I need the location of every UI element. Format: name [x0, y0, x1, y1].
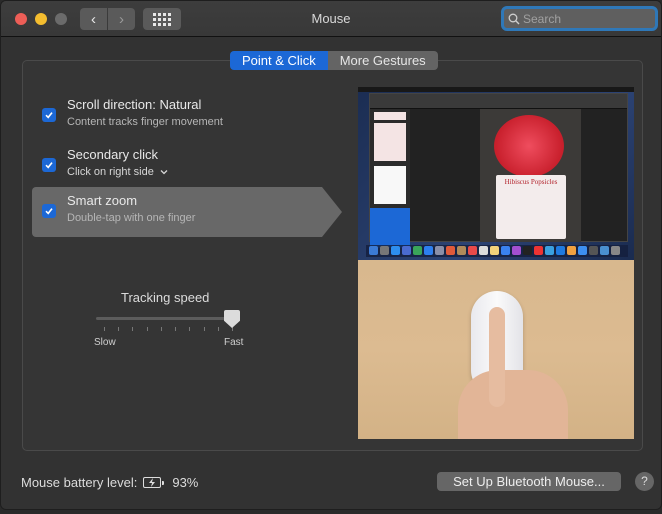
gesture-preview: Hibiscus Popsicles: [358, 87, 634, 439]
dock-app-icon: [556, 246, 565, 255]
option-scroll-direction[interactable]: Scroll direction: Natural Content tracks…: [32, 91, 342, 141]
popsicle-image: [494, 115, 564, 177]
battery-status: Mouse battery level: 93%: [21, 475, 198, 490]
dropdown-value: Click on right side: [67, 166, 154, 178]
finger-image: [489, 307, 505, 407]
checkmark-icon: [45, 208, 53, 215]
dock-app-icon: [490, 246, 499, 255]
chevron-down-icon: [160, 170, 168, 175]
dock-app-icon: [479, 246, 488, 255]
slider-tick: [132, 327, 134, 331]
option-subtitle: Double-tap with one finger: [67, 212, 196, 224]
option-title: Smart zoom: [67, 193, 138, 208]
preview-page-thumbnails: [370, 109, 410, 248]
battery-percent: 93%: [172, 475, 199, 490]
tab-bar: Point & Click More Gestures: [230, 51, 438, 70]
option-title: Scroll direction: Natural: [67, 97, 202, 112]
search-input[interactable]: [523, 11, 643, 26]
dock-app-icon: [402, 246, 411, 255]
slider-min-label: Slow: [94, 337, 116, 348]
dock-app-icon: [468, 246, 477, 255]
checkmark-icon: [45, 162, 53, 169]
search-icon: [508, 13, 520, 24]
mouse-preferences-window: ‹ › Mouse Point & Click More Gestures Sc…: [0, 0, 662, 510]
dock-app-icon: [413, 246, 422, 255]
dock-app-icon: [534, 246, 543, 255]
dock-app-icon: [567, 246, 576, 255]
battery-charging-icon: [143, 477, 165, 488]
dock-app-icon: [446, 246, 455, 255]
preview-desk: [358, 260, 634, 439]
preview-screen: Hibiscus Popsicles: [358, 87, 634, 260]
dock-app-icon: [611, 246, 620, 255]
dock-app-icon: [424, 246, 433, 255]
dock-app-icon: [380, 246, 389, 255]
slider-tick: [217, 327, 219, 331]
dock-app-icon: [435, 246, 444, 255]
dock-app-icon: [523, 246, 532, 255]
tab-more-gestures[interactable]: More Gestures: [327, 51, 438, 70]
slider-tick: [146, 327, 148, 331]
preview-dock: [366, 245, 628, 257]
dock-app-icon: [391, 246, 400, 255]
dock-app-icon: [369, 246, 378, 255]
tracking-speed-slider[interactable]: [96, 317, 236, 320]
slider-tick: [104, 327, 105, 331]
option-title: Secondary click: [67, 147, 159, 162]
option-subtitle: Content tracks finger movement: [67, 116, 223, 128]
title-bar: ‹ › Mouse: [1, 1, 661, 37]
slider-tick: [203, 327, 205, 331]
tracking-speed-label: Tracking speed: [121, 290, 210, 305]
help-button[interactable]: ?: [635, 472, 654, 491]
setup-bluetooth-mouse-button[interactable]: Set Up Bluetooth Mouse...: [437, 472, 621, 491]
hand-image: [458, 370, 568, 439]
smart-zoom-checkbox[interactable]: [42, 204, 56, 218]
option-smart-zoom[interactable]: Smart zoom Double-tap with one finger: [32, 187, 342, 237]
checkmark-icon: [45, 112, 53, 119]
secondary-click-checkbox[interactable]: [42, 158, 56, 172]
dock-app-icon: [545, 246, 554, 255]
dock-app-icon: [457, 246, 466, 255]
option-secondary-click[interactable]: Secondary click Click on right side: [32, 141, 342, 191]
scroll-direction-checkbox[interactable]: [42, 108, 56, 122]
battery-label: Mouse battery level:: [21, 475, 138, 490]
preview-document-page: Hibiscus Popsicles: [480, 109, 581, 242]
preview-menubar: [358, 87, 634, 92]
slider-max-label: Fast: [224, 337, 244, 348]
tab-point-and-click[interactable]: Point & Click: [230, 51, 328, 70]
slider-tick: [118, 327, 120, 331]
dock-app-icon: [589, 246, 598, 255]
preview-app-window: Hibiscus Popsicles: [369, 93, 628, 248]
dock-app-icon: [578, 246, 587, 255]
secondary-click-dropdown[interactable]: Click on right side: [67, 166, 168, 178]
dock-app-icon: [600, 246, 609, 255]
slider-tick: [189, 327, 191, 331]
search-field[interactable]: [501, 6, 658, 31]
slider-tick: [175, 327, 177, 331]
slider-tick: [160, 327, 162, 331]
recipe-card: Hibiscus Popsicles: [496, 175, 566, 239]
dock-app-icon: [512, 246, 521, 255]
dock-app-icon: [501, 246, 510, 255]
